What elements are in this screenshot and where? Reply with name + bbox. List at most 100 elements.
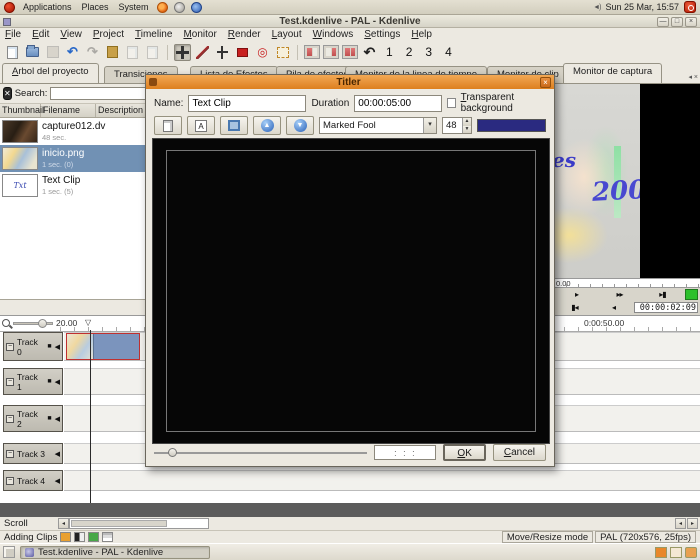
list-item[interactable]: capture012.dv 48 sec. <box>0 118 145 145</box>
power-button[interactable] <box>684 1 696 13</box>
rectangle-tool-button[interactable] <box>220 116 248 135</box>
copy-icon[interactable] <box>144 44 161 61</box>
dialog-titlebar[interactable]: Titler × <box>146 75 554 89</box>
timeline-clip-group[interactable] <box>66 333 140 360</box>
applications-menu[interactable]: Applications <box>21 2 74 12</box>
font-size-spinner[interactable]: 48 ▲ ▼ <box>442 117 472 134</box>
window-list-icon[interactable] <box>3 546 15 558</box>
zoom-slider[interactable] <box>13 322 53 325</box>
trash-applet-icon[interactable] <box>685 547 697 558</box>
spacer-tool-icon[interactable] <box>214 44 231 61</box>
timeline-playhead[interactable] <box>90 330 91 503</box>
record-icon[interactable] <box>234 44 251 61</box>
scroll-left-icon[interactable]: ◂ <box>675 518 686 529</box>
select-tool-status-icon[interactable] <box>60 532 71 542</box>
collapse-track-icon[interactable]: − <box>6 343 14 351</box>
video-indicator-icon[interactable]: ■ <box>47 415 51 422</box>
save-icon[interactable] <box>44 44 61 61</box>
audio-indicator-icon[interactable]: ◀ <box>55 477 60 485</box>
timeline-clip-color[interactable] <box>93 334 139 359</box>
column-description[interactable]: Description <box>96 104 145 117</box>
go-to-end-icon[interactable]: ▸▮ <box>642 290 683 299</box>
background-button[interactable] <box>154 116 182 135</box>
screenshot-icon[interactable] <box>174 2 185 13</box>
menu-help[interactable]: Help <box>411 29 432 40</box>
text-tool-button[interactable]: A <box>187 116 215 135</box>
workspace-2-icon[interactable] <box>670 547 682 558</box>
audio-indicator-icon[interactable]: ◀ <box>55 343 60 351</box>
title-preview-canvas[interactable] <box>152 138 550 444</box>
ok-button[interactable]: OK <box>443 444 485 461</box>
menu-timeline[interactable]: Timeline <box>135 29 172 40</box>
track-3-header[interactable]: − Track 3 ◀ <box>3 443 63 464</box>
scroll-left-icon[interactable]: ◂ <box>58 518 69 529</box>
monitor-timecode[interactable]: 00:00:02:09 <box>634 302 698 313</box>
razor-tool-icon[interactable] <box>194 44 211 61</box>
collapse-track-icon[interactable]: − <box>6 415 14 423</box>
audio-indicator-icon[interactable]: ◀ <box>55 415 60 423</box>
layout-button-3[interactable]: 3 <box>420 45 437 59</box>
preview-slider-thumb[interactable] <box>168 448 177 457</box>
circle-tool-icon[interactable]: ◎ <box>254 44 271 61</box>
system-menu[interactable]: System <box>117 2 151 12</box>
new-document-icon[interactable] <box>4 44 21 61</box>
clock[interactable]: Sun 25 Mar, 15:57 <box>605 2 679 12</box>
search-clear-icon[interactable]: ✕ <box>3 87 12 100</box>
scroll-right-icon[interactable]: ▸ <box>687 518 698 529</box>
menu-edit[interactable]: Edit <box>32 29 49 40</box>
collapse-track-icon[interactable]: − <box>6 477 14 485</box>
tab-capture-monitor[interactable]: Monitor de captura <box>563 63 662 83</box>
name-field[interactable] <box>188 95 306 112</box>
lower-object-button[interactable]: ▼ <box>286 116 314 135</box>
minimize-button[interactable]: — <box>657 17 669 27</box>
preview-slider[interactable] <box>154 448 367 457</box>
track-4-header[interactable]: − Track 4 ◀ <box>3 470 63 491</box>
spin-down-icon[interactable]: ▼ <box>463 126 471 134</box>
dock-controls-icon[interactable]: ◂ × <box>688 73 698 81</box>
layout-1-icon[interactable] <box>304 45 320 59</box>
layout-2-icon[interactable] <box>323 45 339 59</box>
audio-indicator-icon[interactable]: ◀ <box>55 378 60 386</box>
column-thumbnail[interactable]: Thumbnail <box>0 104 41 117</box>
play-forward-icon[interactable]: ▸ <box>556 290 597 299</box>
menu-monitor[interactable]: Monitor <box>183 29 216 40</box>
cancel-button[interactable]: Cancel <box>493 444 546 461</box>
firefox-icon[interactable] <box>157 2 168 13</box>
text-color-swatch[interactable] <box>477 119 546 132</box>
horizontal-scrollbar[interactable] <box>69 518 209 529</box>
speaker-icon[interactable]: ◄) <box>593 4 600 11</box>
zoom-slider-thumb[interactable] <box>38 319 47 328</box>
razor-tool-status-icon[interactable] <box>74 532 85 542</box>
task-button[interactable]: Test.kdenlive - PAL - Kdenlive <box>20 546 210 559</box>
raise-object-button[interactable]: ▲ <box>253 116 281 135</box>
font-select[interactable]: Marked Fool ▾ <box>319 117 437 134</box>
undo-icon[interactable]: ↶ <box>64 44 81 61</box>
layout-button-1[interactable]: 1 <box>381 45 398 59</box>
collapse-track-icon[interactable]: − <box>6 378 14 386</box>
play-backward-icon[interactable]: ◂ <box>595 303 632 312</box>
cut-icon[interactable] <box>124 44 141 61</box>
list-item[interactable]: Txt Text Clip 1 sec. (5) <box>0 172 145 199</box>
list-item-selected[interactable]: inicio.png 1 sec. (0) <box>0 145 145 172</box>
menu-settings[interactable]: Settings <box>364 29 400 40</box>
redo-icon[interactable]: ↷ <box>84 44 101 61</box>
video-indicator-icon[interactable]: ■ <box>47 343 51 350</box>
menu-render[interactable]: Render <box>228 29 261 40</box>
playhead-marker-icon[interactable]: ▽ <box>85 318 91 327</box>
layout-button-2[interactable]: 2 <box>401 45 418 59</box>
collapse-track-icon[interactable]: − <box>6 450 14 458</box>
spin-up-icon[interactable]: ▲ <box>463 118 471 126</box>
list-status-icon[interactable] <box>102 532 113 542</box>
window-titlebar[interactable]: Test.kdenlive - PAL - Kdenlive — □ × <box>0 15 700 28</box>
paste-icon[interactable] <box>104 44 121 61</box>
scrollbar-thumb[interactable] <box>71 520 167 527</box>
menu-layout[interactable]: Layout <box>272 29 302 40</box>
record-status-square[interactable] <box>685 289 698 300</box>
menu-view[interactable]: View <box>60 29 82 40</box>
distro-menu-icon[interactable] <box>4 2 15 13</box>
dialog-close-icon[interactable]: × <box>540 77 551 88</box>
tab-project-tree[interactable]: Arbol del proyecto <box>2 63 99 83</box>
chevron-down-icon[interactable]: ▾ <box>423 118 436 133</box>
open-project-icon[interactable] <box>24 44 41 61</box>
menu-windows[interactable]: Windows <box>313 29 354 40</box>
